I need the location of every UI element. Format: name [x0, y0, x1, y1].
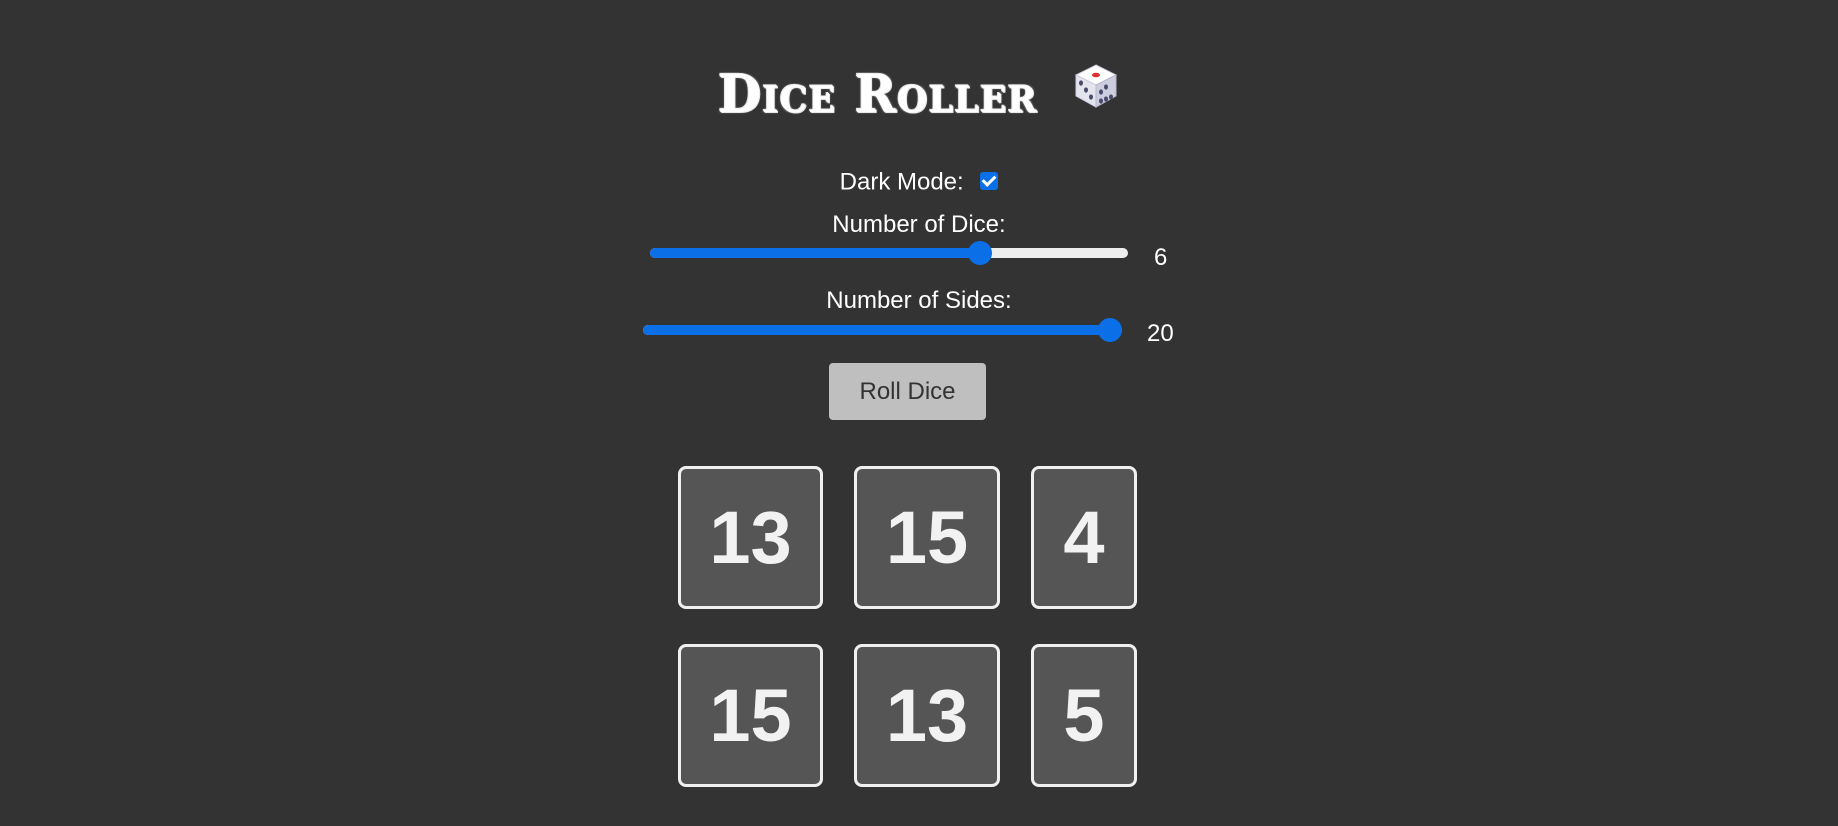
die-result: 13 — [854, 644, 1000, 787]
dark-mode-checkbox[interactable] — [980, 171, 999, 190]
die-result: 13 — [678, 466, 823, 609]
slider-fill — [643, 325, 1110, 335]
title-text: Dice Roller — [717, 62, 1038, 125]
sides-count-value: 20 — [1147, 320, 1174, 347]
game-die-icon — [1072, 54, 1120, 130]
dice-count-value: 6 — [1154, 244, 1168, 271]
slider-fill — [650, 248, 980, 258]
page-title: Dice Roller — [0, 56, 1838, 136]
die-result: 15 — [854, 466, 1000, 609]
die-result: 5 — [1031, 644, 1137, 787]
slider-thumb[interactable] — [967, 241, 992, 265]
slider-track — [650, 248, 1128, 258]
dark-mode-row: Dark Mode: — [0, 168, 1838, 197]
dark-mode-label: Dark Mode: — [839, 168, 964, 196]
slider-thumb[interactable] — [1098, 318, 1122, 342]
die-result: 4 — [1031, 466, 1137, 609]
roll-dice-button[interactable]: Roll Dice — [829, 363, 986, 420]
dice-roller-app: Dice Roller Dark Mode: Number of Dice: 6… — [0, 0, 1838, 826]
slider-track — [643, 325, 1122, 335]
dice-count-slider[interactable] — [650, 240, 1128, 268]
dice-count-label: Number of Dice: — [832, 211, 1006, 238]
die-result: 15 — [678, 644, 823, 787]
sides-count-label: Number of Sides: — [826, 287, 1012, 314]
sides-count-slider[interactable] — [643, 317, 1122, 345]
